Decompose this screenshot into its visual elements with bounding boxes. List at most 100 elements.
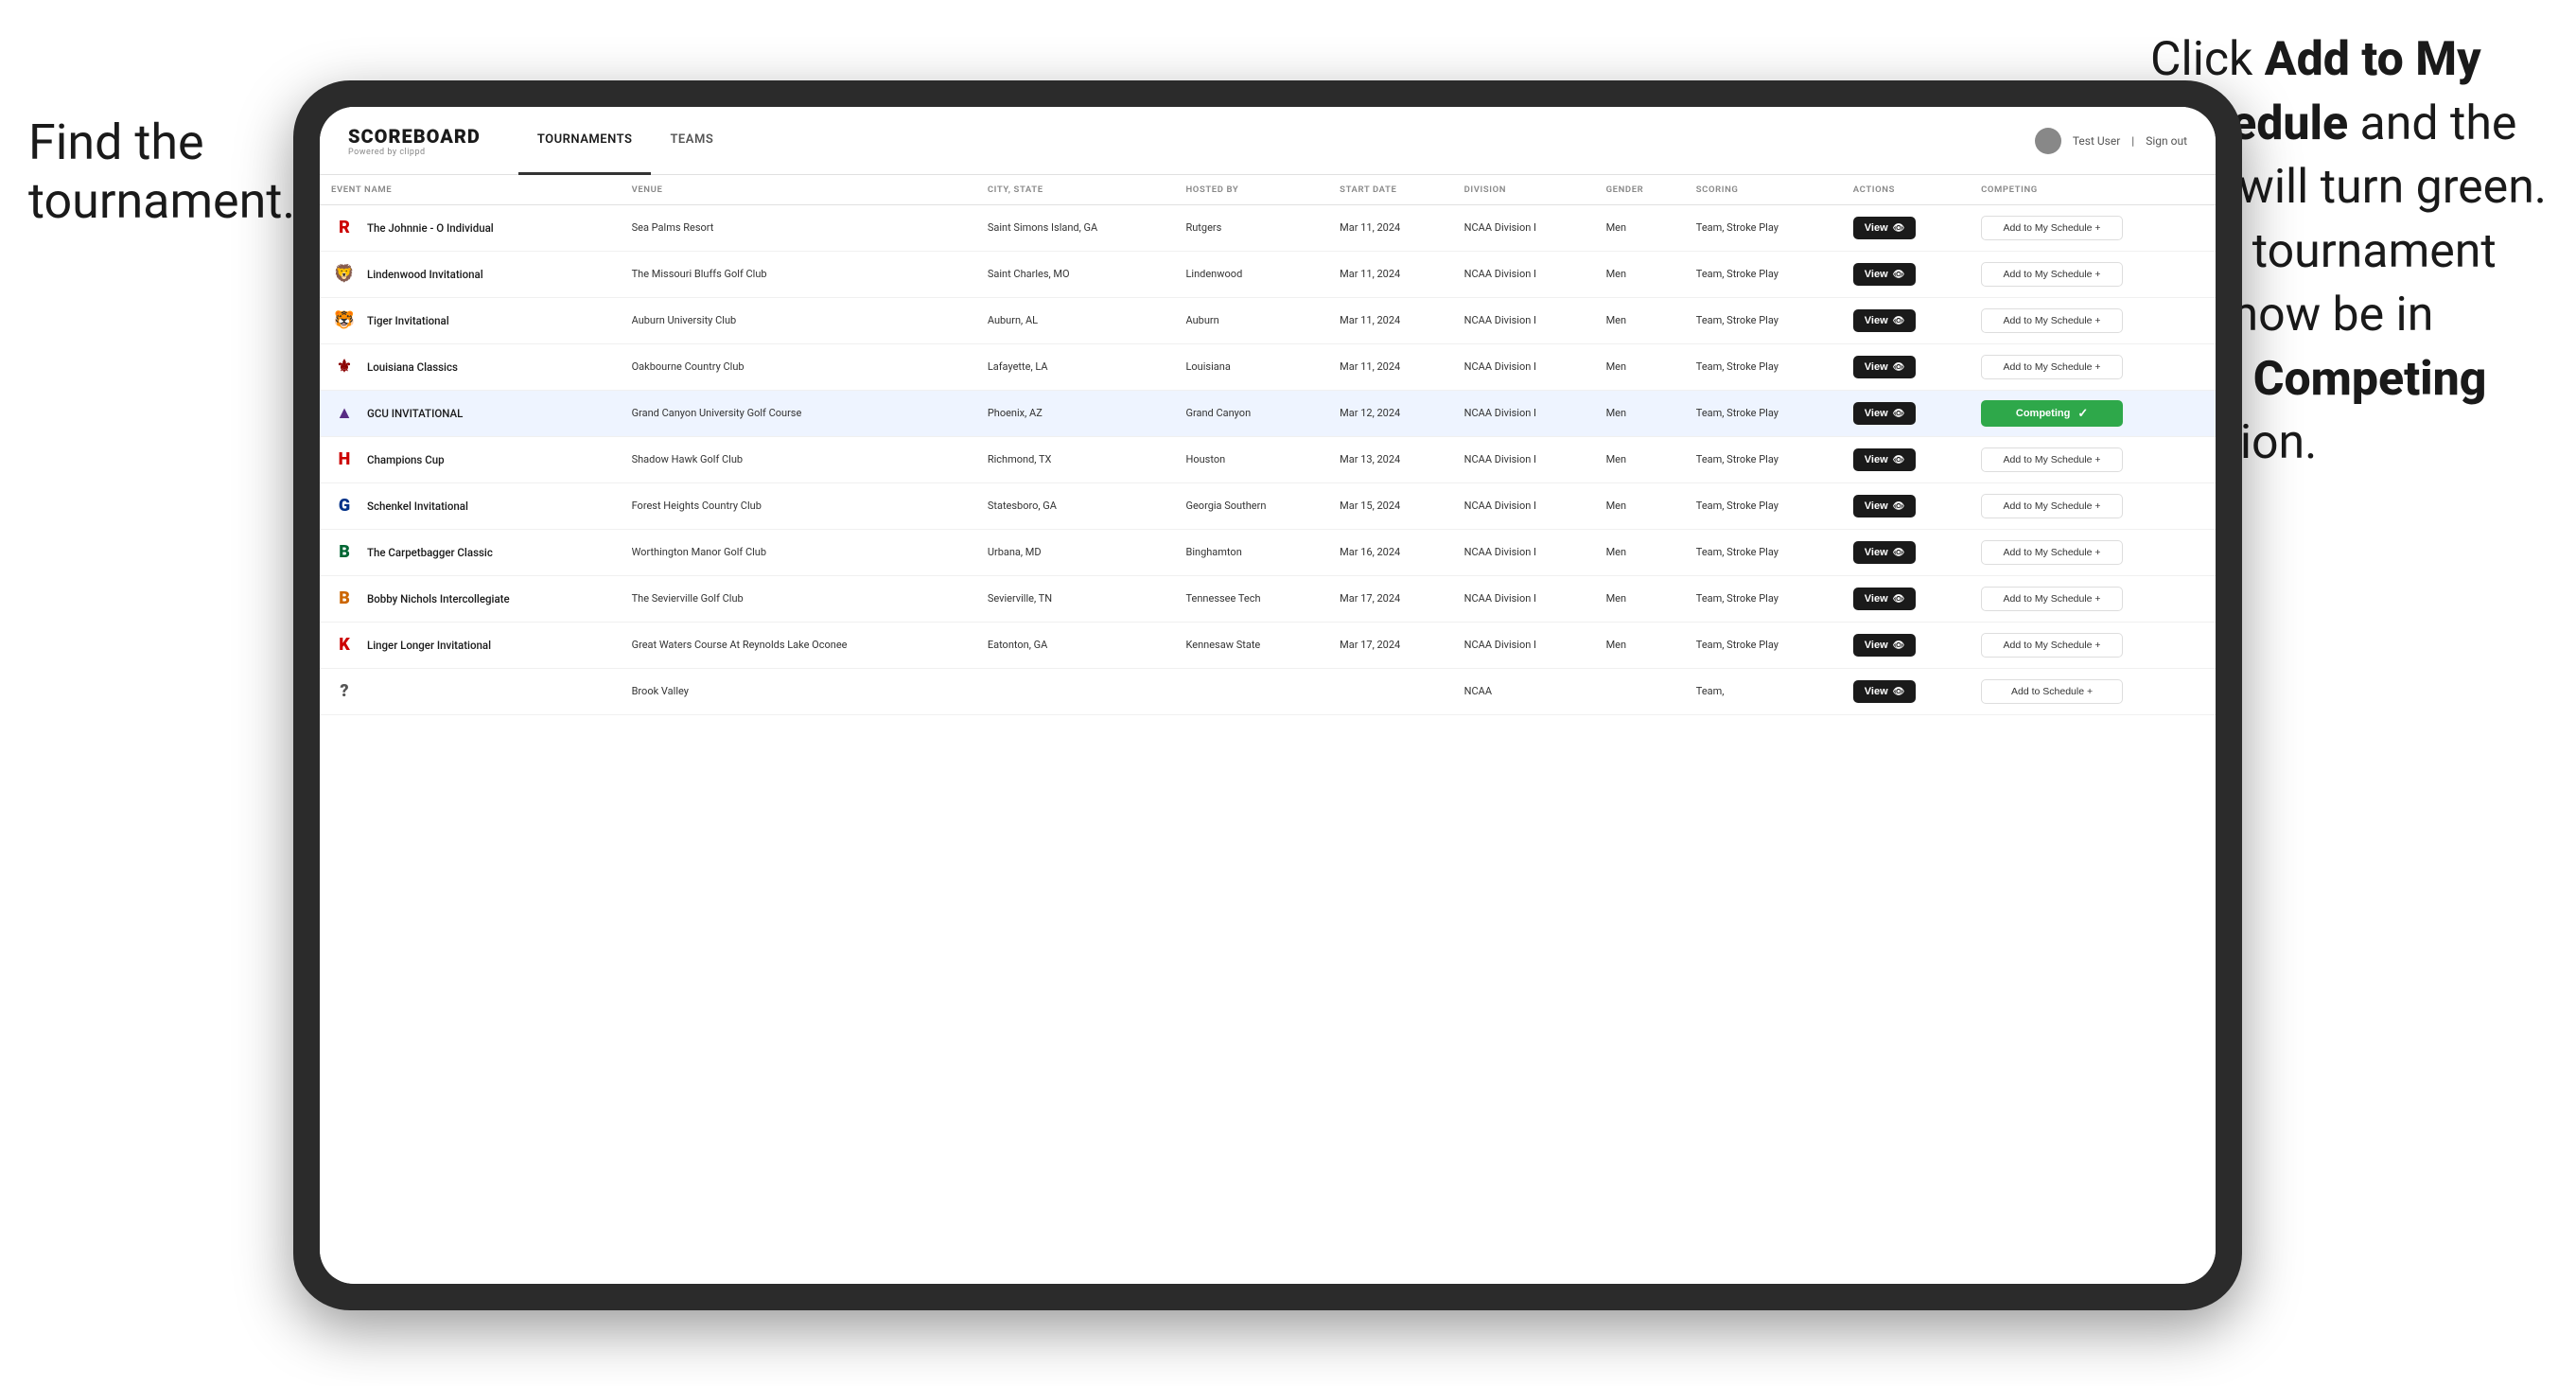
team-logo: ? (331, 678, 358, 705)
city-state-cell (976, 669, 1175, 715)
eye-icon: 👁 (1893, 316, 1905, 326)
hosted-by-cell: Auburn (1174, 298, 1328, 344)
gender-cell (1595, 669, 1685, 715)
table-row: ? Brook ValleyNCAATeam,View 👁Add to Sche… (320, 669, 2216, 715)
city-state-cell: Richmond, TX (976, 437, 1175, 483)
venue-cell: Oakbourne Country Club (621, 344, 976, 391)
city-state-cell: Statesboro, GA (976, 483, 1175, 530)
venue-cell: Worthington Manor Golf Club (621, 530, 976, 576)
eye-icon: 👁 (1893, 548, 1905, 558)
actions-cell: View 👁 (1842, 483, 1970, 530)
nav-tab-teams[interactable]: TEAMS (651, 107, 732, 175)
start-date-cell: Mar 16, 2024 (1328, 530, 1452, 576)
check-icon: ✓ (2077, 406, 2088, 421)
actions-cell: View 👁 (1842, 437, 1970, 483)
hosted-by-cell (1174, 669, 1328, 715)
gender-cell: Men (1595, 344, 1685, 391)
view-button[interactable]: View 👁 (1853, 448, 1917, 471)
event-name-cell: K Linger Longer Invitational (320, 623, 621, 669)
scoring-cell: Team, Stroke Play (1685, 623, 1842, 669)
gender-cell: Men (1595, 205, 1685, 252)
event-name-text: Schenkel Invitational (367, 499, 468, 514)
division-cell: NCAA Division I (1453, 437, 1595, 483)
start-date-cell: Mar 11, 2024 (1328, 252, 1452, 298)
nav-tabs: TOURNAMENTS TEAMS (518, 107, 2035, 175)
eye-icon: 👁 (1893, 409, 1905, 419)
col-event-name: EVENT NAME (320, 175, 621, 205)
actions-cell: View 👁 (1842, 205, 1970, 252)
add-to-schedule-button[interactable]: Add to My Schedule + (1981, 633, 2123, 658)
view-button[interactable]: View 👁 (1853, 309, 1917, 332)
event-name-cell: 🦁 Lindenwood Invitational (320, 252, 621, 298)
view-button[interactable]: View 👁 (1853, 541, 1917, 564)
event-name-cell: G Schenkel Invitational (320, 483, 621, 530)
table-row: 🦁 Lindenwood Invitational The Missouri B… (320, 252, 2216, 298)
scoring-cell: Team, Stroke Play (1685, 344, 1842, 391)
gender-cell: Men (1595, 437, 1685, 483)
gender-cell: Men (1595, 391, 1685, 437)
nav-tab-tournaments[interactable]: TOURNAMENTS (518, 107, 652, 175)
tablet-screen: SCOREBOARD Powered by clippd TOURNAMENTS… (320, 107, 2216, 1284)
venue-cell: Sea Palms Resort (621, 205, 976, 252)
event-name-cell: H Champions Cup (320, 437, 621, 483)
actions-cell: View 👁 (1842, 623, 1970, 669)
start-date-cell: Mar 17, 2024 (1328, 576, 1452, 623)
actions-cell: View 👁 (1842, 669, 1970, 715)
view-button[interactable]: View 👁 (1853, 356, 1917, 378)
add-to-schedule-button[interactable]: Add to My Schedule + (1981, 216, 2123, 240)
division-cell: NCAA Division I (1453, 391, 1595, 437)
scoring-cell: Team, Stroke Play (1685, 576, 1842, 623)
add-to-schedule-button[interactable]: Add to My Schedule + (1981, 308, 2123, 333)
competing-cell: Add to My Schedule + (1970, 252, 2216, 298)
col-venue: VENUE (621, 175, 976, 205)
view-button[interactable]: View 👁 (1853, 217, 1917, 239)
view-button[interactable]: View 👁 (1853, 402, 1917, 425)
gender-cell: Men (1595, 530, 1685, 576)
gender-cell: Men (1595, 576, 1685, 623)
view-button[interactable]: View 👁 (1853, 495, 1917, 518)
col-actions: ACTIONS (1842, 175, 1970, 205)
event-name-text: Champions Cup (367, 452, 445, 467)
gender-cell: Men (1595, 252, 1685, 298)
event-name-text: Louisiana Classics (367, 360, 458, 375)
event-name-text: The Johnnie - O Individual (367, 220, 494, 236)
add-to-schedule-button[interactable]: Add to Schedule + (1981, 679, 2123, 704)
add-to-schedule-button[interactable]: Add to My Schedule + (1981, 447, 2123, 472)
add-to-schedule-button[interactable]: Add to My Schedule + (1981, 494, 2123, 518)
view-button[interactable]: View 👁 (1853, 634, 1917, 657)
competing-button[interactable]: Competing ✓ (1981, 400, 2123, 427)
start-date-cell: Mar 15, 2024 (1328, 483, 1452, 530)
division-cell: NCAA Division I (1453, 576, 1595, 623)
competing-cell: Add to My Schedule + (1970, 530, 2216, 576)
table-row: B Bobby Nichols Intercollegiate The Sevi… (320, 576, 2216, 623)
view-button[interactable]: View 👁 (1853, 680, 1917, 703)
signout-link[interactable]: Sign out (2146, 134, 2187, 148)
actions-cell: View 👁 (1842, 576, 1970, 623)
team-logo: B (331, 539, 358, 566)
col-hosted-by: HOSTED BY (1174, 175, 1328, 205)
venue-cell: Grand Canyon University Golf Course (621, 391, 976, 437)
add-to-schedule-button[interactable]: Add to My Schedule + (1981, 587, 2123, 611)
app-logo-sub: Powered by clippd (348, 148, 481, 157)
event-name-text: GCU INVITATIONAL (367, 406, 463, 421)
hosted-by-cell: Houston (1174, 437, 1328, 483)
add-to-schedule-button[interactable]: Add to My Schedule + (1981, 355, 2123, 379)
competing-cell: Add to Schedule + (1970, 669, 2216, 715)
competing-cell: Add to My Schedule + (1970, 344, 2216, 391)
division-cell: NCAA Division I (1453, 530, 1595, 576)
hosted-by-cell: Binghamton (1174, 530, 1328, 576)
header-right: Test User | Sign out (2035, 128, 2187, 154)
city-state-cell: Saint Simons Island, GA (976, 205, 1175, 252)
hosted-by-cell: Tennessee Tech (1174, 576, 1328, 623)
add-to-schedule-button[interactable]: Add to My Schedule + (1981, 540, 2123, 565)
view-button[interactable]: View 👁 (1853, 588, 1917, 610)
scoring-cell: Team, Stroke Play (1685, 530, 1842, 576)
view-button[interactable]: View 👁 (1853, 263, 1917, 286)
eye-icon: 👁 (1893, 687, 1905, 697)
add-to-schedule-button[interactable]: Add to My Schedule + (1981, 262, 2123, 287)
table-row: G Schenkel Invitational Forest Heights C… (320, 483, 2216, 530)
team-logo: ⚜ (331, 354, 358, 380)
competing-cell: Add to My Schedule + (1970, 576, 2216, 623)
venue-cell: Great Waters Course At Reynolds Lake Oco… (621, 623, 976, 669)
event-name-text: Bobby Nichols Intercollegiate (367, 591, 510, 606)
